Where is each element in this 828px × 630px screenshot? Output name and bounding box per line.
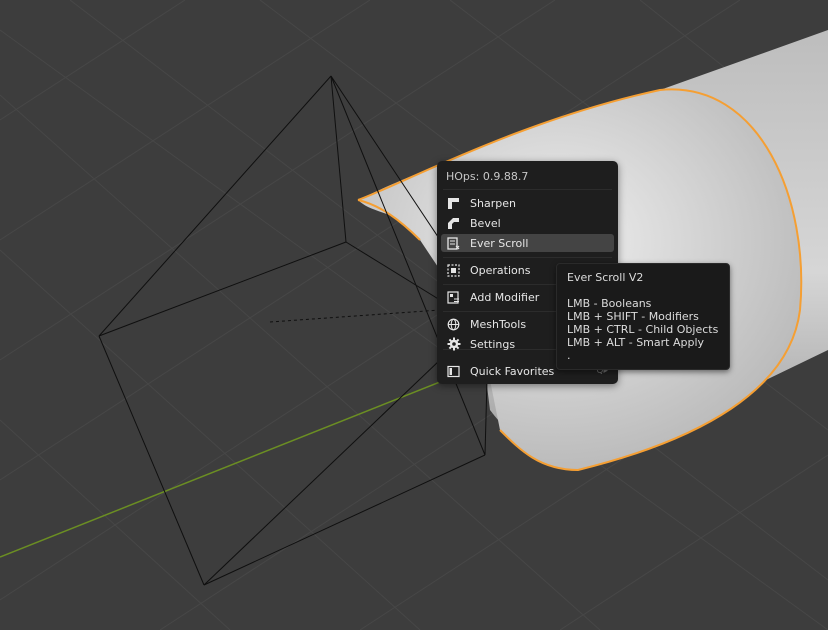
menu-title: HOps: 0.9.88.7 <box>446 170 529 183</box>
menu-item-ever-scroll[interactable]: Ever Scroll <box>441 234 614 252</box>
menu-item-bevel[interactable]: Bevel <box>441 214 614 232</box>
meshtools-icon <box>446 317 461 332</box>
quick-favorites-icon <box>446 364 461 379</box>
ever-scroll-icon <box>446 236 461 251</box>
menu-item-label: Sharpen <box>470 196 516 210</box>
menu-separator <box>443 189 612 190</box>
add-modifier-icon <box>446 290 461 305</box>
tooltip-line: LMB - Booleans <box>567 297 652 310</box>
menu-item-label: Quick Favorites <box>470 364 555 378</box>
operations-icon <box>446 263 461 278</box>
gear-icon <box>446 337 461 352</box>
bevel-icon <box>446 216 461 231</box>
tooltip-line: LMB + SHIFT - Modifiers <box>567 310 699 323</box>
menu-item-label: Ever Scroll <box>470 236 529 250</box>
tooltip-title: Ever Scroll V2 <box>567 271 644 284</box>
menu-separator <box>443 257 612 258</box>
menu-item-label: MeshTools <box>470 317 527 331</box>
sharpen-icon <box>446 196 461 211</box>
menu-item-sharpen[interactable]: Sharpen <box>441 194 614 212</box>
tooltip-line: . <box>567 349 571 362</box>
tooltip: Ever Scroll V2 LMB - Booleans LMB + SHIF… <box>556 263 730 370</box>
tooltip-line: LMB + CTRL - Child Objects <box>567 323 719 336</box>
menu-item-label: Add Modifier <box>470 290 540 304</box>
menu-item-label: Settings <box>470 337 516 351</box>
menu-item-label: Operations <box>470 263 531 277</box>
menu-item-label: Bevel <box>470 216 501 230</box>
tooltip-line: LMB + ALT - Smart Apply <box>567 336 705 349</box>
